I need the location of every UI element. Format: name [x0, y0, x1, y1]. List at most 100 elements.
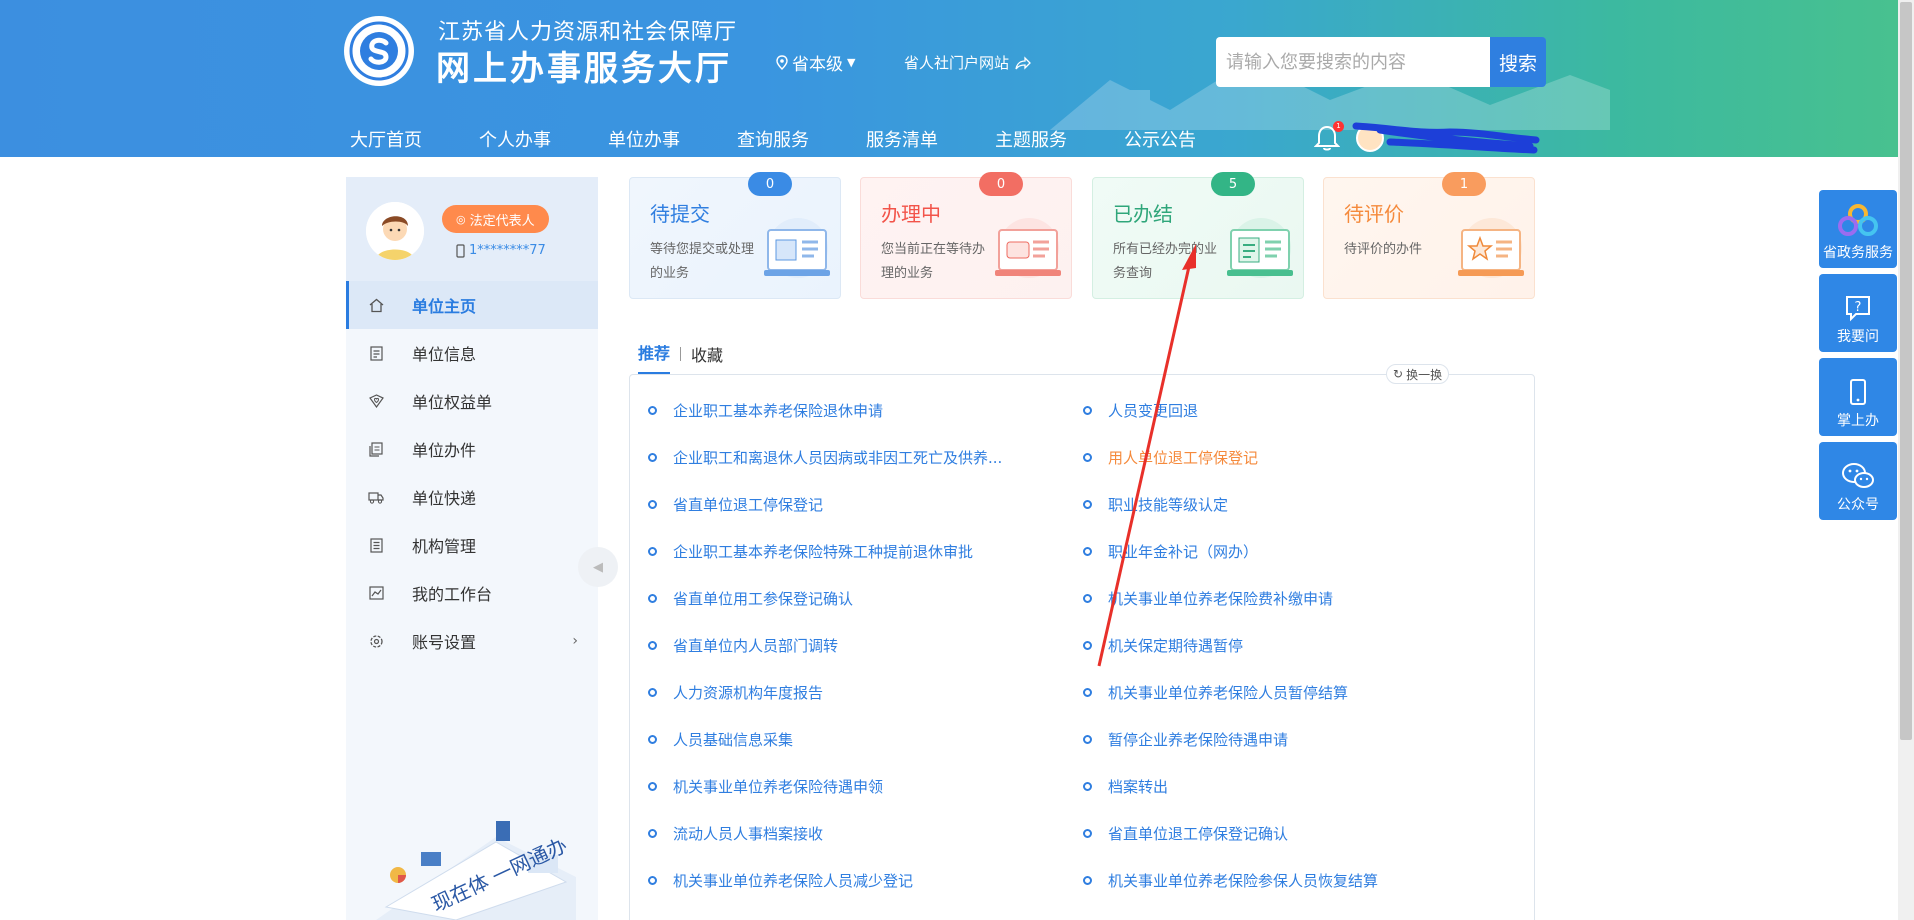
service-link[interactable]: 省直单位用工参保登记确认 — [648, 588, 853, 609]
logo[interactable] — [344, 16, 414, 86]
chevron-right-icon: › — [572, 633, 578, 649]
nav-item-notices[interactable]: 公示公告 — [1124, 126, 1196, 152]
list-icon — [368, 537, 384, 553]
service-link[interactable]: 机关事业单位养老保险人员暂停结算 — [1083, 682, 1348, 703]
service-link[interactable]: 机关事业单位养老保险费补缴申请 — [1083, 588, 1333, 609]
service-link[interactable]: 省直单位退工停保登记 — [648, 494, 823, 515]
service-link[interactable]: 机关事业单位养老保险参保人员恢复结算 — [1083, 870, 1378, 891]
bullet-icon — [648, 688, 657, 697]
service-link[interactable]: 省直单位内人员部门调转 — [648, 635, 838, 656]
sidebar-item-cases[interactable]: 单位办件 — [346, 425, 598, 473]
chart-icon — [368, 585, 384, 601]
service-label: 人员基础信息采集 — [673, 731, 794, 749]
collapse-sidebar-button[interactable]: ◀ — [578, 547, 618, 587]
shield-heart-icon — [368, 393, 384, 409]
service-link[interactable]: 人力资源机构年度报告 — [648, 682, 823, 703]
bullet-icon — [1083, 688, 1092, 697]
truck-icon — [368, 489, 384, 505]
question-icon: ? — [1846, 296, 1870, 322]
gov-service-button[interactable]: 省政务服务 — [1819, 190, 1897, 268]
scrollbar-thumb[interactable] — [1900, 2, 1912, 740]
service-link[interactable]: 机关事业单位养老保险人员减少登记 — [648, 870, 913, 891]
service-label: 机关事业单位养老保险人员暂停结算 — [1108, 684, 1349, 702]
refresh-button[interactable]: ↻ 换一换 — [1386, 364, 1450, 384]
service-link[interactable]: 人员基础信息采集 — [648, 729, 793, 750]
sidebar-item-workbench[interactable]: 我的工作台 — [346, 569, 598, 617]
sidebar: ◎ 法定代表人 1********77 单位主页 单位信息 单位权益单 单位办件… — [346, 177, 598, 920]
service-link[interactable]: 企业职工基本养老保险特殊工种提前退休审批 — [648, 541, 973, 562]
sidebar-item-rights[interactable]: 单位权益单 — [346, 377, 598, 425]
tab-recommend[interactable]: 推荐 — [638, 340, 671, 375]
share-icon — [1015, 55, 1031, 70]
search-button[interactable]: 搜索 — [1490, 37, 1546, 87]
bullet-icon — [648, 735, 657, 744]
nav-item-company[interactable]: 单位办事 — [608, 126, 680, 152]
service-link[interactable]: 档案转出 — [1083, 776, 1168, 797]
float-button-label: 我要问 — [1837, 329, 1879, 345]
bullet-icon — [648, 500, 657, 509]
document-icon — [368, 345, 384, 361]
nav-item-query[interactable]: 查询服务 — [737, 126, 809, 152]
region-selector[interactable]: 省本级 ▼ — [776, 50, 855, 75]
ask-question-button[interactable]: ? 我要问 — [1819, 274, 1897, 352]
card-desc: 所有已经办完的业务查询 — [1113, 242, 1218, 281]
nav-item-service-list[interactable]: 服务清单 — [866, 126, 938, 152]
wechat-icon — [1842, 463, 1874, 488]
card-in-progress[interactable]: 0 办理中 您当前正在等待办理的业务 — [860, 172, 1072, 299]
sidebar-item-company-home[interactable]: 单位主页 — [346, 281, 598, 329]
sidebar-item-label: 单位主页 — [412, 297, 477, 316]
service-link[interactable]: 机关事业单位养老保险待遇申领 — [648, 776, 883, 797]
service-link[interactable]: 流动人员人事档案接收 — [648, 823, 823, 844]
laptop-processing-icon — [995, 218, 1061, 278]
wechat-account-button[interactable]: 公众号 — [1819, 442, 1897, 520]
caret-down-icon: ▼ — [847, 56, 856, 69]
bullet-icon — [1083, 735, 1092, 744]
bullet-icon — [1083, 876, 1092, 885]
service-label: 企业职工基本养老保险特殊工种提前退休审批 — [673, 543, 974, 561]
bullet-icon — [1083, 829, 1092, 838]
service-link[interactable]: 企业职工和离退休人员因病或非因工死亡及供养... — [648, 447, 1002, 468]
service-link[interactable]: 机关保定期待遇暂停 — [1083, 635, 1243, 656]
bullet-icon — [648, 547, 657, 556]
sidebar-item-label: 账号设置 — [412, 633, 477, 652]
phone-label: 1********77 — [469, 243, 546, 258]
card-completed[interactable]: 5 已办结 所有已经办完的业务查询 — [1092, 172, 1304, 299]
mobile-icon — [1850, 379, 1866, 405]
nav-item-home[interactable]: 大厅首页 — [350, 126, 422, 152]
card-title: 待提交 — [650, 202, 710, 226]
sidebar-item-company-info[interactable]: 单位信息 — [346, 329, 598, 377]
service-label: 机关事业单位养老保险参保人员恢复结算 — [1108, 872, 1379, 890]
service-link-highlighted[interactable]: 用人单位退工停保登记 — [1083, 447, 1258, 468]
service-label: 省直单位退工停保登记确认 — [1108, 825, 1289, 843]
service-link[interactable]: 职业技能等级认定 — [1083, 494, 1228, 515]
nav-item-personal[interactable]: 个人办事 — [479, 126, 551, 152]
service-label: 企业职工基本养老保险退休申请 — [673, 402, 884, 420]
bullet-icon — [1083, 547, 1092, 556]
service-link[interactable]: 暂停企业养老保险待遇申请 — [1083, 729, 1288, 750]
mobile-service-button[interactable]: 掌上办 — [1819, 358, 1897, 436]
sidebar-item-account[interactable]: 账号设置 › — [346, 617, 598, 665]
avatar[interactable] — [366, 202, 424, 260]
sidebar-item-org-manage[interactable]: 机构管理 — [346, 521, 598, 569]
bullet-icon — [1083, 641, 1092, 650]
card-count: 0 — [979, 172, 1023, 196]
card-pending-submit[interactable]: 0 待提交 等待您提交或处理的业务 — [629, 172, 841, 299]
bullet-icon — [1083, 453, 1092, 462]
portal-link-label: 省人社门户网站 — [904, 54, 1010, 72]
card-pending-review[interactable]: 1 待评价 待评价的办件 — [1323, 172, 1535, 299]
tab-favorites[interactable]: 收藏 — [691, 342, 723, 374]
nav-item-topics[interactable]: 主题服务 — [995, 126, 1067, 152]
portal-link[interactable]: 省人社门户网站 — [904, 52, 1031, 73]
service-link[interactable]: 企业职工基本养老保险退休申请 — [648, 400, 883, 421]
search-input[interactable] — [1216, 37, 1490, 87]
home-icon — [368, 297, 384, 313]
service-link[interactable]: 人员变更回退 — [1083, 400, 1198, 421]
sidebar-item-express[interactable]: 单位快递 — [346, 473, 598, 521]
service-link[interactable]: 省直单位退工停保登记确认 — [1083, 823, 1288, 844]
sidebar-item-label: 单位信息 — [412, 345, 477, 364]
service-link[interactable]: 职业年金补记（网办） — [1083, 541, 1258, 562]
service-label: 档案转出 — [1108, 778, 1169, 796]
tab-divider — [680, 346, 682, 361]
sidebar-item-label: 我的工作台 — [412, 585, 493, 604]
service-label: 机关事业单位养老保险人员减少登记 — [673, 872, 914, 890]
